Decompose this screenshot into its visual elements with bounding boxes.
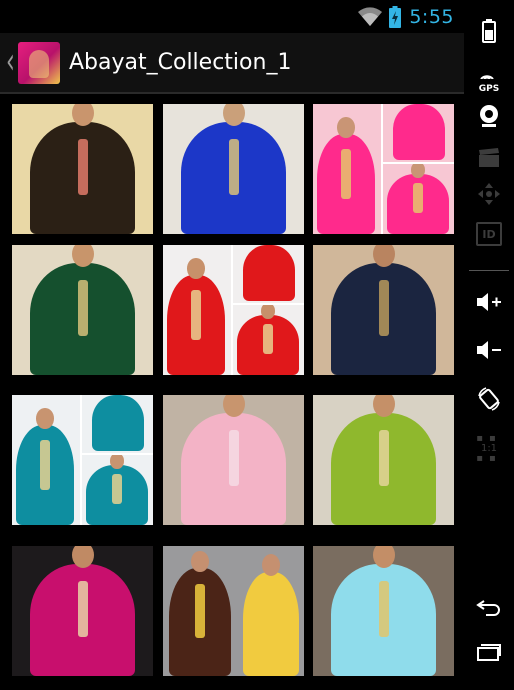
- collage-divider: [381, 162, 454, 164]
- back-icon: [476, 600, 500, 616]
- photo-tile-lime-kaftan[interactable]: [313, 395, 454, 525]
- model-head: [222, 104, 245, 126]
- back-button[interactable]: [464, 586, 514, 630]
- rotate-icon: [478, 387, 500, 411]
- photo-tile-sky-blue-kaftan[interactable]: [313, 546, 454, 676]
- embroidery-detail: [40, 440, 50, 490]
- embroidery-detail: [378, 580, 389, 637]
- embroidery-detail: [341, 149, 351, 199]
- clapperboard-icon: [479, 148, 499, 167]
- status-bar: 5:55: [0, 0, 464, 33]
- embroidery-detail: [191, 290, 201, 340]
- photo-tile-red-kaftan-collage[interactable]: [163, 245, 304, 375]
- up-caret-icon[interactable]: ‹: [6, 43, 18, 83]
- dpad-button[interactable]: [464, 176, 514, 212]
- gps-button[interactable]: GPS: [464, 62, 514, 94]
- embroidery-detail: [77, 580, 88, 637]
- battery-icon: [389, 5, 402, 28]
- embroidery-detail: [228, 429, 239, 486]
- photo-tile-pink-kaftan-collage[interactable]: [313, 104, 454, 234]
- embroidery-detail: [112, 474, 122, 504]
- battery-large-icon: [482, 19, 496, 43]
- battery-button[interactable]: [464, 0, 514, 62]
- nav-divider: [469, 270, 509, 271]
- photo-tile-teal-kaftan-collage[interactable]: [12, 395, 153, 525]
- collage-divider: [381, 104, 383, 234]
- app-title: Abayat_Collection_1: [69, 50, 292, 75]
- model-head: [261, 303, 275, 319]
- model-head: [71, 546, 94, 568]
- volume-up-icon: [477, 293, 501, 311]
- model-head: [411, 162, 425, 178]
- photo-tile-brown-and-yellow-kaftans[interactable]: [163, 546, 304, 676]
- photo-tile-magenta-kaftan[interactable]: [12, 546, 153, 676]
- embroidery-detail: [378, 429, 389, 486]
- embroidery-detail: [77, 279, 88, 336]
- dpad-icon: [478, 183, 500, 205]
- collage-divider: [80, 453, 153, 455]
- model-head: [36, 408, 54, 429]
- recents-icon: [477, 644, 501, 661]
- volume-down-button[interactable]: [464, 327, 514, 373]
- kaftan-shape: [243, 572, 299, 676]
- action-bar: ‹ Abayat_Collection_1: [0, 33, 464, 94]
- embroidery-detail: [195, 584, 205, 639]
- model-head: [372, 395, 395, 417]
- image-grid: [0, 94, 464, 690]
- scale-button[interactable]: ▪▪ 1:1 ▪▪: [464, 425, 514, 473]
- photo-tile-navy-kaftan[interactable]: [313, 245, 454, 375]
- device-side-bar: GPS ID ▪▪ 1:1 ▪▪: [464, 0, 514, 690]
- model-head: [262, 554, 280, 576]
- collage-divider: [231, 303, 304, 305]
- rotate-button[interactable]: [464, 373, 514, 425]
- collage-divider: [231, 245, 233, 375]
- gps-signal-icon: [480, 75, 494, 80]
- camera-button[interactable]: [464, 140, 514, 176]
- device-id-button[interactable]: ID: [464, 212, 514, 256]
- status-clock: 5:55: [409, 5, 454, 28]
- kaftan-shape: [92, 395, 144, 451]
- model-head: [187, 258, 205, 279]
- kaftan-shape: [393, 104, 445, 160]
- embroidery-detail: [228, 138, 239, 195]
- photo-tile-royal-blue-kaftan[interactable]: [163, 104, 304, 234]
- model-head: [222, 395, 245, 417]
- model-head: [71, 245, 94, 267]
- embroidery-detail: [77, 138, 88, 195]
- device-id-icon: ID: [476, 222, 502, 246]
- model-head: [110, 453, 124, 469]
- app-icon[interactable]: [18, 41, 60, 84]
- model-head: [337, 117, 355, 138]
- volume-up-button[interactable]: [464, 277, 514, 327]
- collage-divider: [80, 395, 82, 525]
- embroidery-detail: [263, 324, 273, 354]
- photo-tile-light-pink-kaftan[interactable]: [163, 395, 304, 525]
- volume-down-icon: [477, 341, 501, 359]
- webcam-button[interactable]: [464, 92, 514, 140]
- webcam-icon: [480, 105, 498, 127]
- wifi-icon: [358, 6, 383, 26]
- model-head: [191, 551, 209, 572]
- photo-tile-green-kaftan[interactable]: [12, 245, 153, 375]
- photo-tile-floral-black-kaftan[interactable]: [12, 104, 153, 234]
- model-head: [372, 546, 395, 568]
- embroidery-detail: [413, 183, 423, 213]
- embroidery-detail: [378, 279, 389, 336]
- model-head: [372, 245, 395, 267]
- recents-button[interactable]: [464, 630, 514, 674]
- model-head: [71, 104, 94, 126]
- kaftan-shape: [243, 245, 295, 301]
